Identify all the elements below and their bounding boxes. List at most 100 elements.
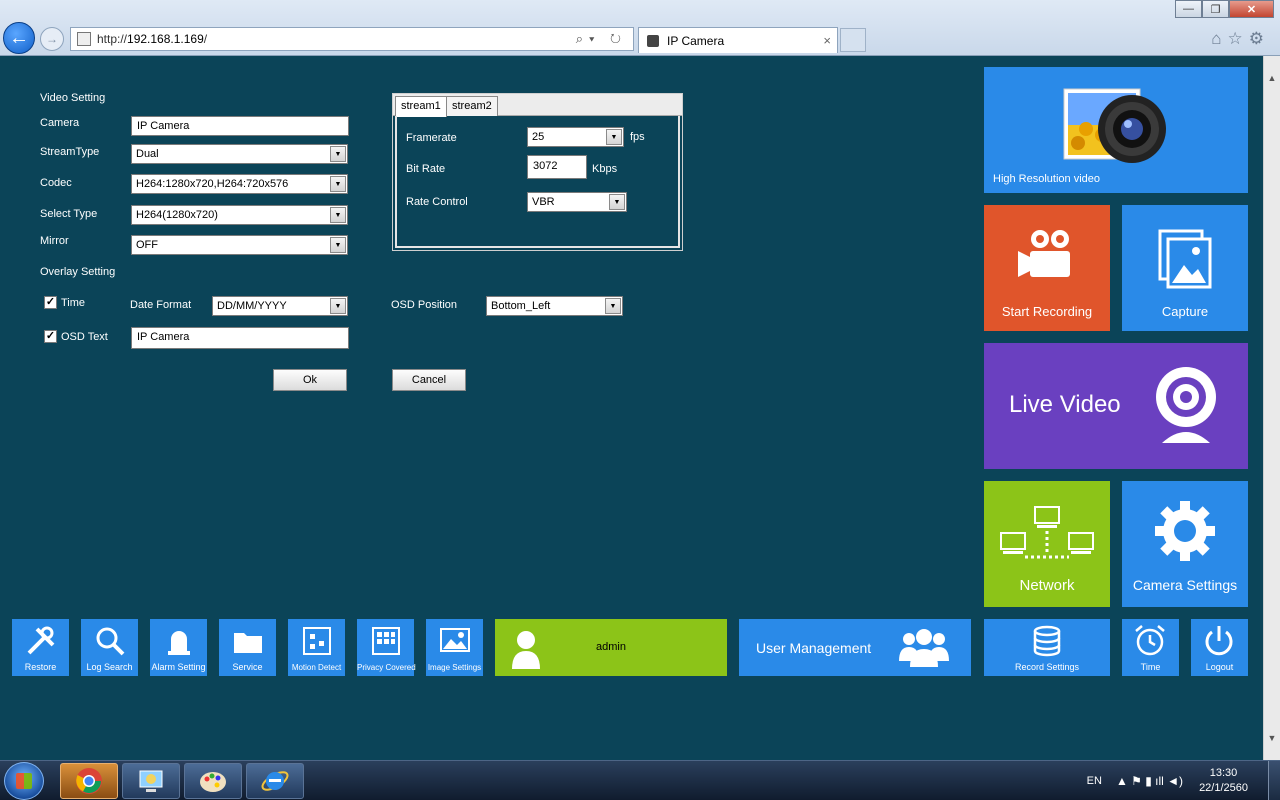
chevron-down-icon[interactable]: ▼ bbox=[330, 146, 346, 162]
camera-lens-icon bbox=[1063, 88, 1166, 163]
chevron-down-icon[interactable]: ▼ bbox=[605, 298, 621, 314]
cancel-button[interactable]: Cancel bbox=[392, 369, 466, 391]
date-format-select[interactable]: DD/MM/YYYY ▼ bbox=[212, 296, 348, 316]
start-recording-tile[interactable]: Start Recording bbox=[984, 205, 1110, 331]
bitrate-input[interactable]: 3072 bbox=[527, 155, 587, 179]
log-search-tile[interactable]: Log Search bbox=[81, 619, 138, 676]
osd-text-label: OSD Text bbox=[61, 331, 108, 343]
taskbar-internet-explorer[interactable] bbox=[246, 763, 304, 799]
url-host: 192.168.1.169 bbox=[127, 32, 204, 46]
ok-button[interactable]: Ok bbox=[273, 369, 347, 391]
taskbar-chrome[interactable] bbox=[60, 763, 118, 799]
tab-close-icon[interactable]: × bbox=[823, 33, 831, 48]
image-settings-label: Image Settings bbox=[427, 663, 482, 672]
show-desktop-button[interactable] bbox=[1268, 761, 1280, 800]
user-group-icon bbox=[899, 629, 949, 667]
codec-select[interactable]: H264:1280x720,H264:720x576 ▼ bbox=[131, 174, 348, 194]
chevron-down-icon[interactable]: ▼ bbox=[606, 129, 622, 145]
alarm-setting-tile[interactable]: Alarm Setting bbox=[150, 619, 207, 676]
service-tile[interactable]: Service bbox=[219, 619, 276, 676]
scroll-up-icon[interactable]: ▲ bbox=[1264, 70, 1280, 86]
osd-position-select[interactable]: Bottom_Left ▼ bbox=[486, 296, 623, 316]
user-tile[interactable]: admin bbox=[495, 619, 727, 676]
tray-icons[interactable]: ▲ ⚑ ▮ ıll ◄) bbox=[1116, 774, 1183, 788]
photo-gallery-icon bbox=[1158, 229, 1212, 289]
tools-gear-icon[interactable]: ⚙ bbox=[1249, 29, 1270, 48]
mirror-select[interactable]: OFF ▼ bbox=[131, 235, 348, 255]
system-tray: EN ▲ ⚑ ▮ ıll ◄) 13:30 22/1/2560 bbox=[1087, 761, 1280, 800]
search-refresh-icons[interactable]: ⌕▾ ↻ bbox=[576, 31, 627, 47]
chevron-down-icon[interactable]: ▼ bbox=[330, 176, 346, 192]
tab-stream2[interactable]: stream2 bbox=[446, 96, 498, 116]
live-video-tile[interactable]: Live Video bbox=[984, 343, 1248, 469]
framerate-unit: fps bbox=[630, 131, 645, 143]
chevron-down-icon[interactable]: ▼ bbox=[330, 207, 346, 223]
maximize-button[interactable]: ❐ bbox=[1202, 0, 1229, 18]
framerate-value: 25 bbox=[532, 131, 545, 143]
back-button[interactable]: ← bbox=[3, 22, 35, 54]
camera-settings-tile[interactable]: Camera Settings bbox=[1122, 481, 1248, 607]
toolbar-icons[interactable]: ⌂☆⚙ bbox=[1211, 29, 1270, 49]
forward-button[interactable]: → bbox=[40, 27, 64, 51]
osd-text-checkbox[interactable]: ✓ bbox=[44, 330, 57, 343]
capture-tile[interactable]: Capture bbox=[1122, 205, 1248, 331]
mirror-label: Mirror bbox=[40, 235, 69, 247]
capture-label: Capture bbox=[1161, 304, 1209, 319]
motion-grid-icon bbox=[303, 627, 331, 655]
close-window-button[interactable]: ✕ bbox=[1229, 0, 1274, 18]
tools-icon bbox=[27, 626, 55, 655]
image-settings-tile[interactable]: Image Settings bbox=[426, 619, 483, 676]
stream-type-select[interactable]: Dual ▼ bbox=[131, 144, 348, 164]
camera-label: Camera bbox=[40, 117, 80, 129]
time-tile[interactable]: Time bbox=[1122, 619, 1179, 676]
network-tile[interactable]: Network bbox=[984, 481, 1110, 607]
framerate-label: Framerate bbox=[406, 132, 457, 144]
camera-name-input[interactable]: IP Camera bbox=[131, 116, 349, 136]
language-indicator[interactable]: EN bbox=[1087, 775, 1102, 787]
address-bar[interactable]: http://192.168.1.169/ ⌕▾ ↻ bbox=[70, 27, 634, 51]
clock[interactable]: 13:30 22/1/2560 bbox=[1199, 766, 1248, 796]
select-type-select[interactable]: H264(1280x720) ▼ bbox=[131, 205, 348, 225]
restore-tile[interactable]: Restore bbox=[12, 619, 69, 676]
rate-control-label: Rate Control bbox=[406, 196, 468, 208]
record-settings-tile[interactable]: Record Settings bbox=[984, 619, 1110, 676]
chevron-down-icon[interactable]: ▼ bbox=[330, 237, 346, 253]
chevron-down-icon[interactable]: ▼ bbox=[330, 298, 346, 314]
framerate-select[interactable]: 25 ▼ bbox=[527, 127, 624, 147]
new-tab-button[interactable] bbox=[840, 28, 866, 52]
clock-time: 13:30 bbox=[1209, 767, 1238, 779]
restore-label: Restore bbox=[24, 662, 57, 672]
taskbar-network-tool[interactable] bbox=[122, 763, 180, 799]
tab-ip-camera[interactable]: IP Camera × bbox=[638, 27, 838, 53]
time-label: Time bbox=[61, 297, 86, 309]
time-checkbox[interactable]: ✓ bbox=[44, 296, 57, 309]
network-label: Network bbox=[1019, 577, 1075, 594]
power-icon bbox=[1205, 626, 1233, 656]
high-resolution-video-tile[interactable]: High Resolution video bbox=[984, 67, 1248, 193]
privacy-covered-tile[interactable]: Privacy Covered bbox=[357, 619, 416, 676]
start-button[interactable] bbox=[4, 762, 44, 800]
minimize-button[interactable]: — bbox=[1175, 0, 1202, 18]
logout-tile[interactable]: Logout bbox=[1191, 619, 1248, 676]
bitrate-unit: Kbps bbox=[592, 163, 618, 175]
motion-detect-tile[interactable]: Motion Detect bbox=[288, 619, 345, 676]
tab-stream1[interactable]: stream1 bbox=[395, 96, 447, 117]
service-label: Service bbox=[232, 662, 263, 672]
osd-text-input[interactable]: IP Camera bbox=[131, 327, 349, 349]
vertical-scrollbar[interactable]: ▲ ▼ bbox=[1263, 56, 1280, 760]
video-camera-icon bbox=[1018, 230, 1070, 277]
scroll-down-icon[interactable]: ▼ bbox=[1264, 730, 1280, 746]
address-url[interactable]: http://192.168.1.169/ bbox=[97, 32, 207, 46]
rate-control-select[interactable]: VBR ▼ bbox=[527, 192, 627, 212]
chevron-down-icon[interactable]: ▼ bbox=[609, 194, 625, 210]
forward-arrow-icon: → bbox=[46, 32, 58, 46]
taskbar-paint[interactable] bbox=[184, 763, 242, 799]
logout-label: Logout bbox=[1205, 662, 1234, 672]
favorites-star-icon[interactable]: ☆ bbox=[1228, 29, 1249, 48]
user-management-tile[interactable]: User Management bbox=[739, 619, 971, 676]
stream-type-label: StreamType bbox=[40, 146, 100, 158]
camera-favicon-icon bbox=[647, 34, 659, 47]
home-icon[interactable]: ⌂ bbox=[1211, 29, 1227, 48]
rate-control-value: VBR bbox=[532, 196, 555, 208]
privacy-covered-label: Privacy Covered bbox=[357, 663, 416, 672]
